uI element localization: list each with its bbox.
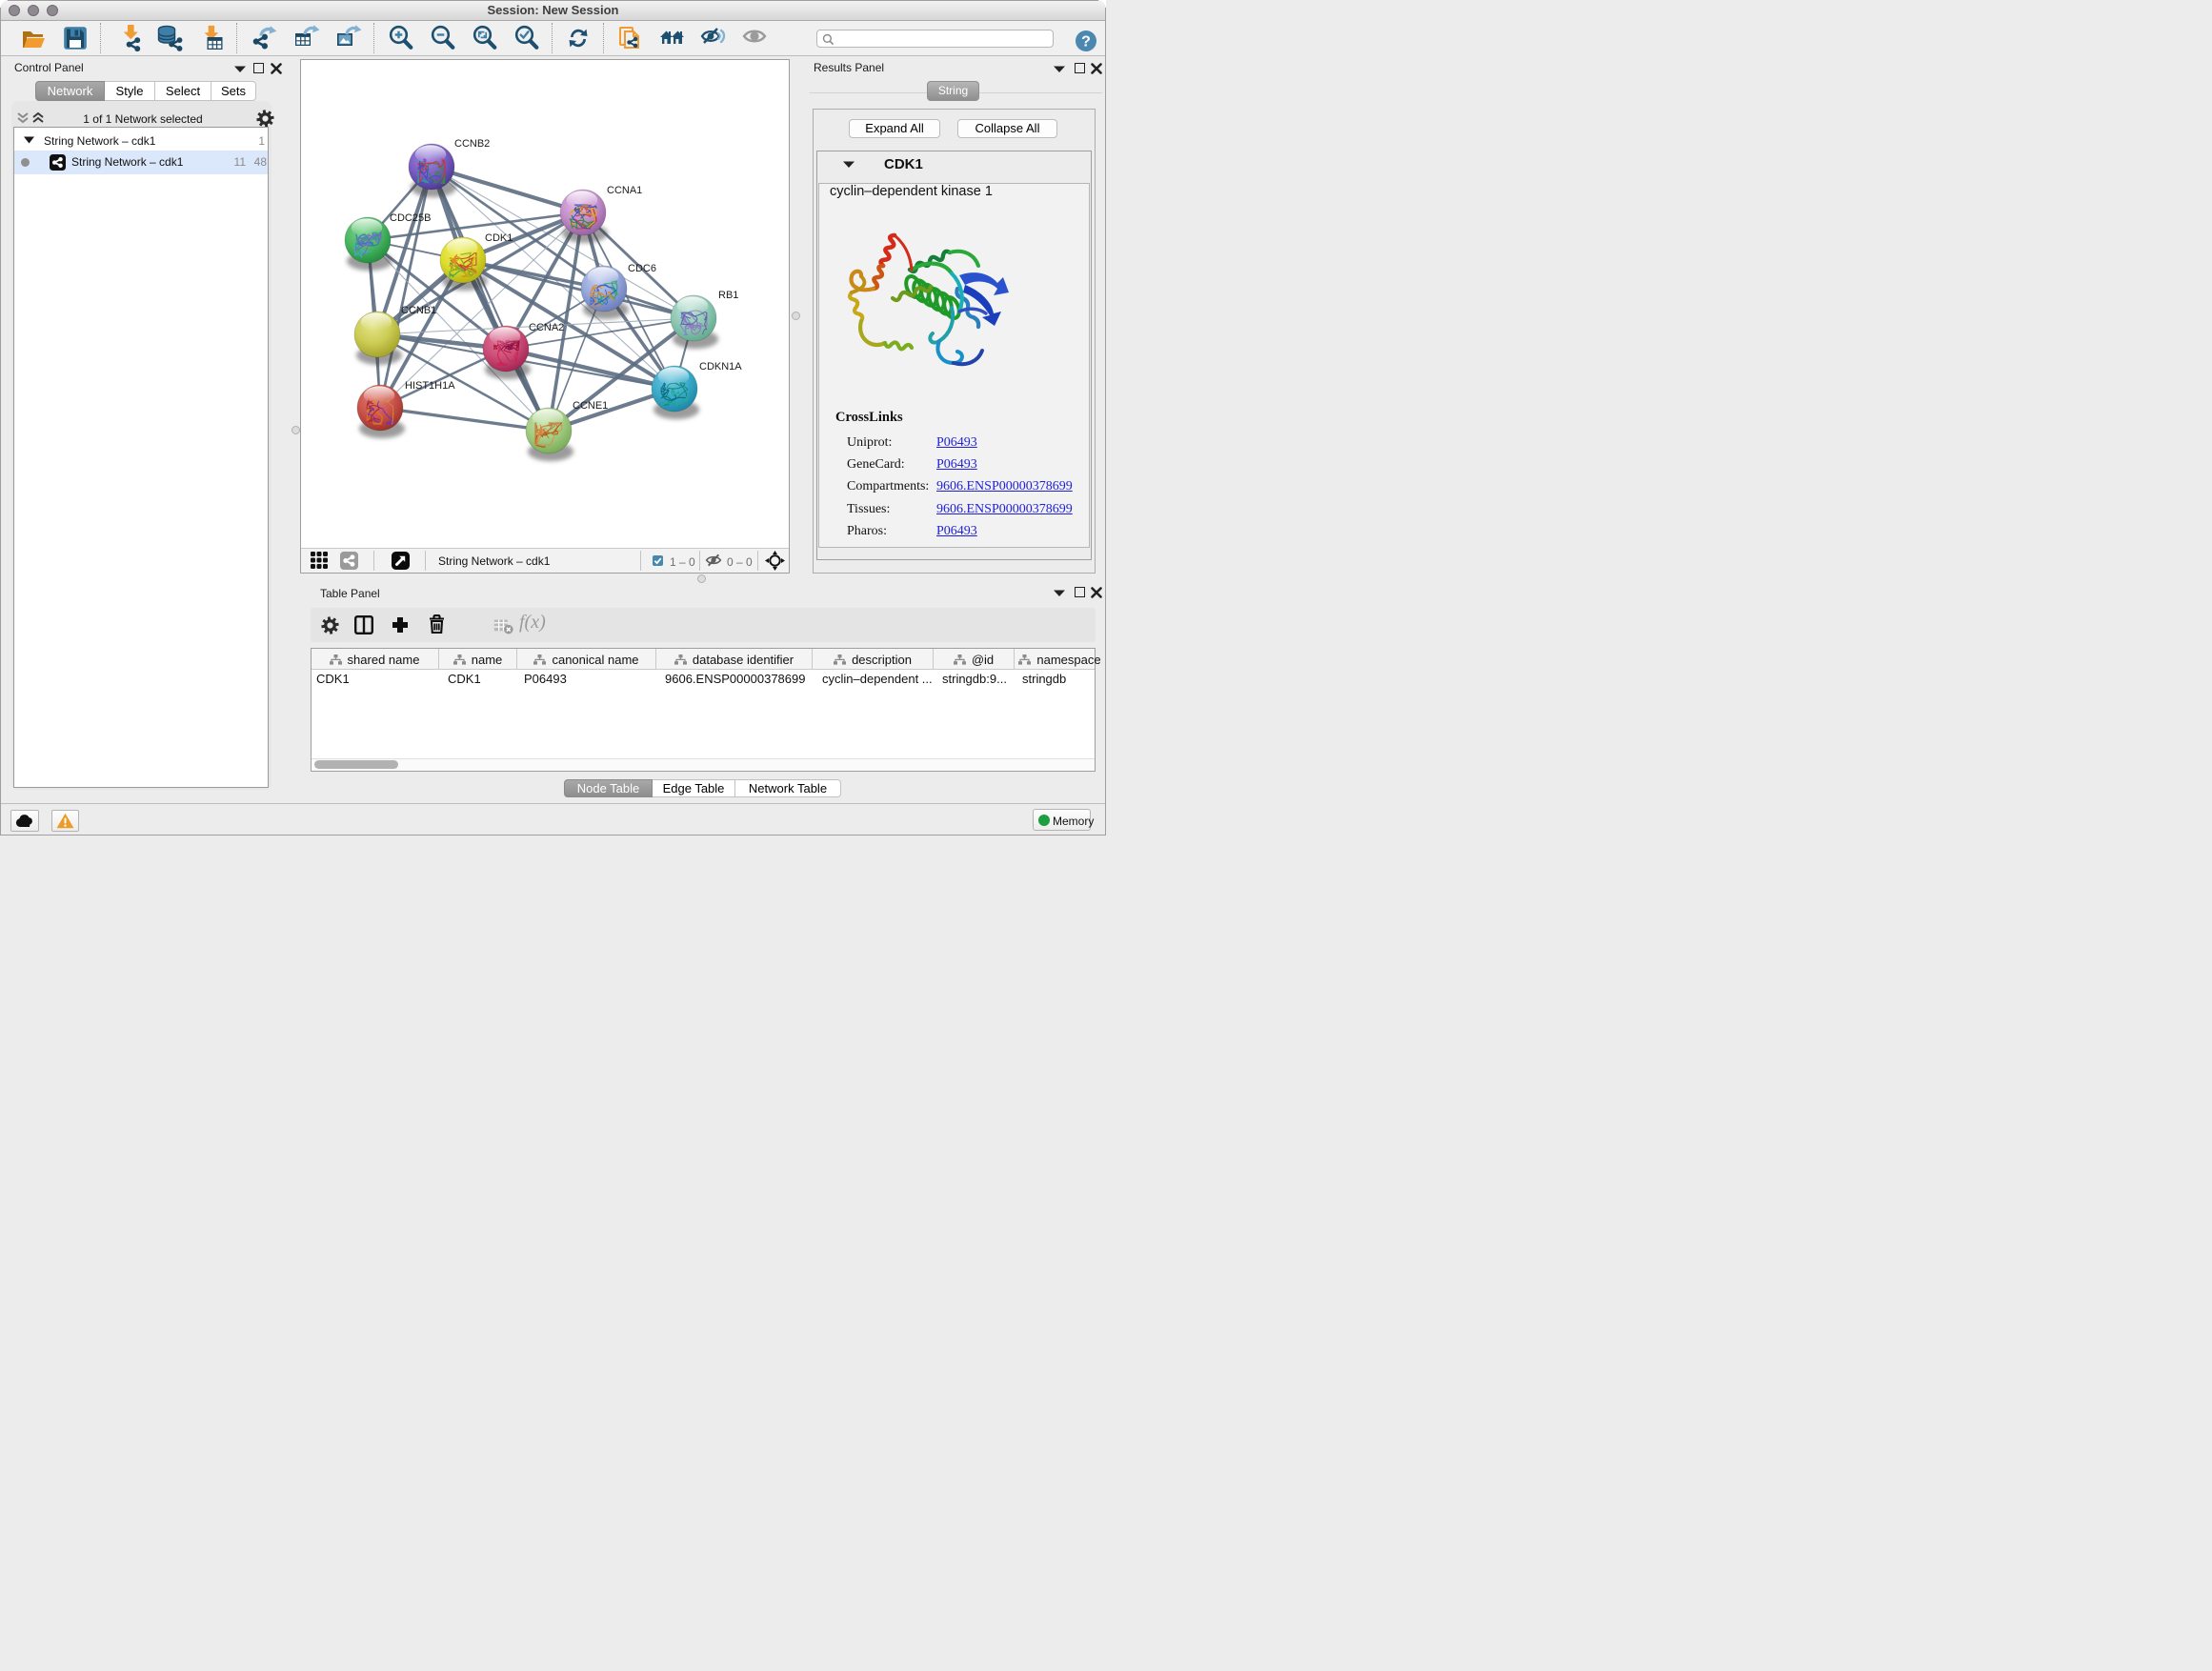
svg-text:CCNA2: CCNA2 — [529, 322, 564, 333]
svg-text:CDK1: CDK1 — [485, 232, 513, 244]
svg-text:HIST1H1A: HIST1H1A — [405, 380, 455, 392]
svg-text:CDC25B: CDC25B — [390, 212, 431, 224]
svg-text:CDKN1A: CDKN1A — [699, 361, 742, 372]
svg-text:CCNB2: CCNB2 — [454, 138, 490, 150]
svg-text:CDC6: CDC6 — [628, 263, 656, 274]
svg-text:CCNA1: CCNA1 — [607, 185, 642, 196]
svg-text:CCNB1: CCNB1 — [401, 305, 436, 316]
svg-text:CCNE1: CCNE1 — [573, 400, 608, 412]
svg-text:?: ? — [1081, 34, 1091, 50]
svg-text:RB1: RB1 — [718, 290, 738, 301]
